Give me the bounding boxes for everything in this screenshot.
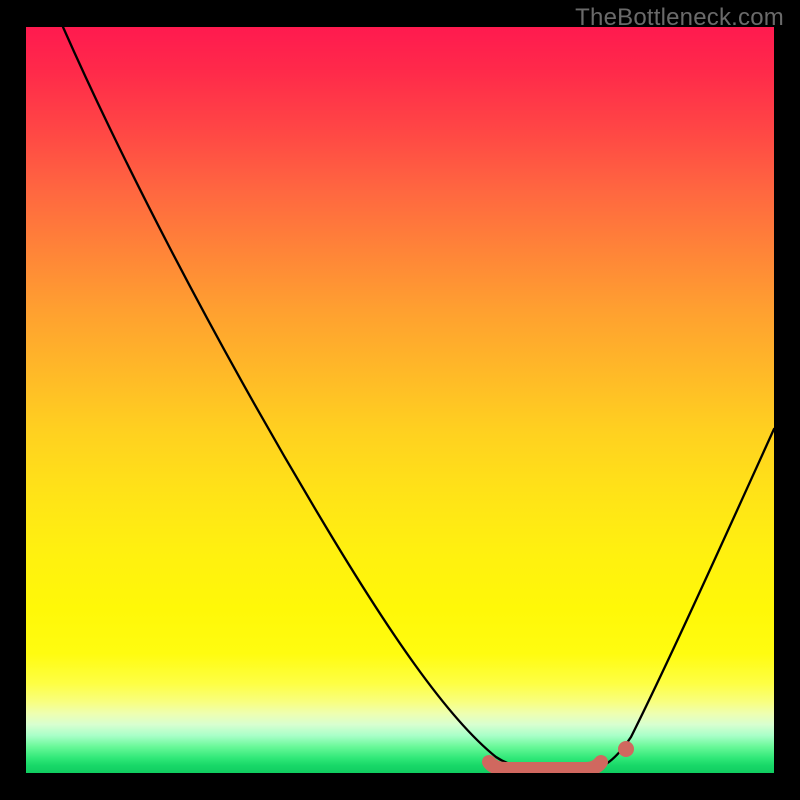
chart-frame: TheBottleneck.com bbox=[0, 0, 800, 800]
plot-background-gradient bbox=[26, 27, 774, 773]
watermark-text: TheBottleneck.com bbox=[575, 4, 784, 32]
